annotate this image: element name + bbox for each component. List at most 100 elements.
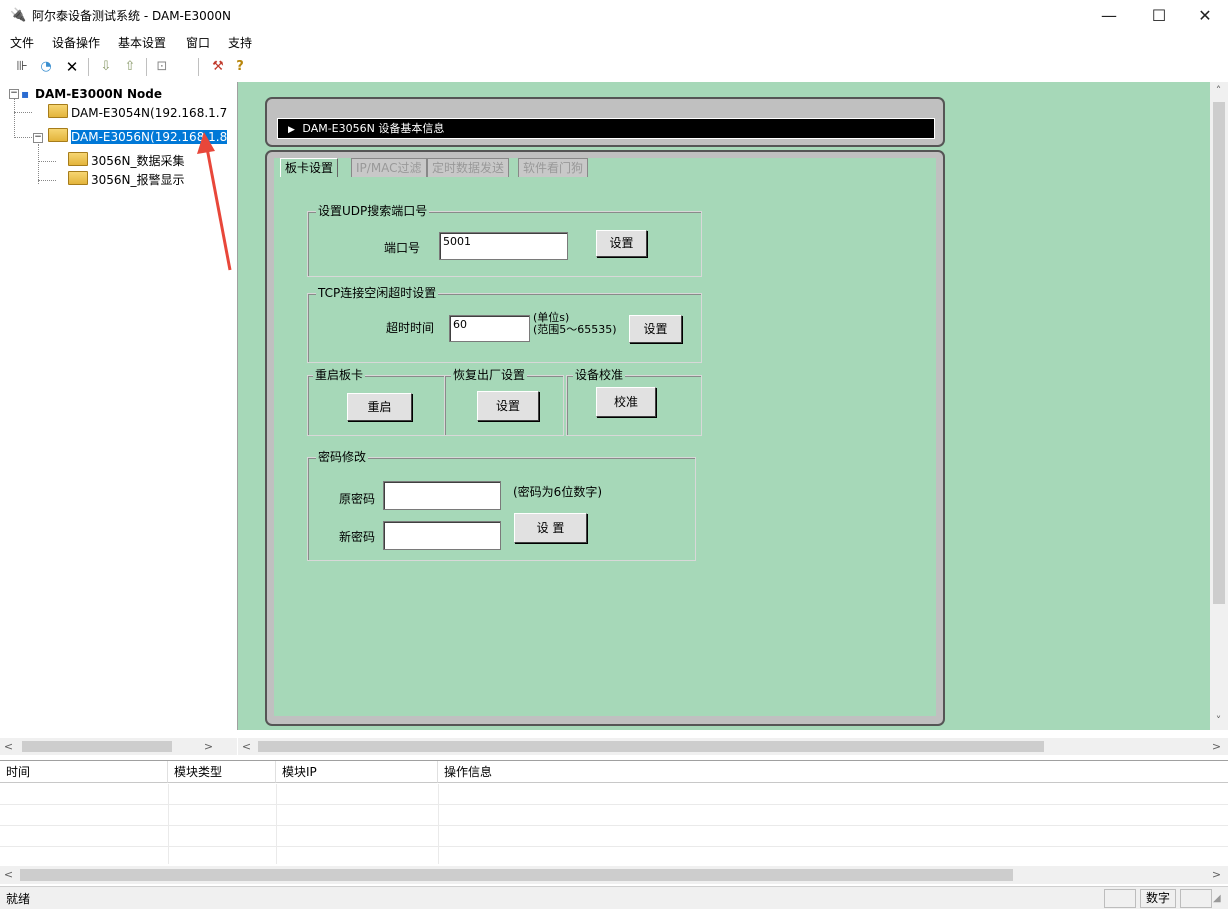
- log-table: 时间 模块类型 模块IP 操作信息: [0, 760, 1228, 868]
- tool-icon[interactable]: ⚒: [208, 57, 228, 77]
- menu-basic-settings[interactable]: 基本设置: [118, 34, 166, 52]
- password-group-title: 密码修改: [316, 450, 369, 464]
- menu-window[interactable]: 窗口: [186, 34, 210, 52]
- table-row[interactable]: [0, 826, 1228, 847]
- device-panel-area: ▶ DAM-E3056N 设备基本信息 板卡设置 IP/MAC过滤 定时数据发送…: [238, 82, 1210, 730]
- refresh-icon[interactable]: ⊡: [152, 57, 172, 77]
- column-header-module-type[interactable]: 模块类型: [168, 761, 276, 783]
- scroll-thumb[interactable]: [22, 741, 172, 752]
- settings-panel: 板卡设置 IP/MAC过滤 定时数据发送 软件看门狗 设置UDP搜索端口号 端口…: [265, 150, 945, 726]
- status-pane: [1104, 889, 1136, 908]
- tree-hscrollbar[interactable]: < >: [0, 738, 237, 755]
- old-password-label: 原密码: [339, 492, 376, 506]
- column-header-time[interactable]: 时间: [0, 761, 168, 783]
- new-password-input[interactable]: [383, 521, 501, 550]
- scroll-right-icon[interactable]: >: [1208, 866, 1225, 883]
- numlock-indicator: 数字: [1140, 889, 1176, 908]
- log-rows: [0, 784, 1228, 868]
- tree-item-data-acquisition[interactable]: 3056N_数据采集: [68, 152, 185, 170]
- folder-icon: [48, 104, 68, 118]
- calibrate-button[interactable]: 校准: [596, 387, 656, 417]
- calibrate-group-title: 设备校准: [573, 368, 626, 382]
- old-password-input[interactable]: [383, 481, 501, 510]
- table-row[interactable]: [0, 805, 1228, 826]
- tree-root[interactable]: ▪ DAM-E3000N Node: [21, 85, 162, 103]
- toolbar-separator: [198, 58, 199, 76]
- scroll-right-icon[interactable]: >: [200, 738, 217, 755]
- play-icon: ▶: [288, 125, 295, 135]
- table-row[interactable]: [0, 847, 1228, 868]
- status-pane: [1180, 889, 1212, 908]
- udp-set-button[interactable]: 设置: [596, 230, 647, 257]
- tab-ip-mac-filter[interactable]: IP/MAC过滤: [351, 158, 427, 177]
- tab-software-watchdog[interactable]: 软件看门狗: [518, 158, 589, 177]
- network-node-icon: ▪: [21, 87, 30, 101]
- status-text: 就绪: [6, 892, 31, 906]
- menu-support[interactable]: 支持: [228, 34, 252, 52]
- header-panel: ▶ DAM-E3056N 设备基本信息: [265, 97, 945, 147]
- main-hscrollbar[interactable]: < >: [238, 738, 1228, 755]
- device-header-title: DAM-E3056N 设备基本信息: [302, 122, 445, 135]
- maximize-button[interactable]: ☐: [1136, 0, 1182, 32]
- scroll-left-icon[interactable]: <: [0, 738, 17, 755]
- menu-bar: 文件 设备操作 基本设置 窗口 支持: [0, 32, 1228, 52]
- tree-item-label: DAM-E3054N(192.168.1.7: [71, 106, 228, 120]
- window-title: 阿尔泰设备测试系统 - DAM-E3000N: [32, 9, 231, 23]
- scroll-thumb[interactable]: [1213, 102, 1225, 604]
- tree-item-label: 3056N_报警显示: [91, 173, 185, 187]
- factory-reset-group-title: 恢复出厂设置: [451, 368, 528, 382]
- restart-button[interactable]: 重启: [347, 393, 412, 421]
- scroll-up-icon[interactable]: ˄: [1210, 82, 1227, 99]
- scroll-right-icon[interactable]: >: [1208, 738, 1225, 755]
- collapse-node-icon[interactable]: −: [33, 133, 43, 143]
- tab-timed-data-send[interactable]: 定时数据发送: [427, 158, 510, 177]
- scroll-down-icon[interactable]: ˅: [1210, 712, 1227, 729]
- udp-port-group-title: 设置UDP搜索端口号: [316, 204, 430, 218]
- collapse-root-icon[interactable]: −: [9, 89, 19, 99]
- device-tree: − ▪ DAM-E3000N Node DAM-E3054N(192.168.1.…: [0, 82, 238, 730]
- timeout-range: (范围5～65535): [533, 323, 617, 336]
- tab-board-settings[interactable]: 板卡设置: [280, 158, 339, 177]
- password-set-button[interactable]: 设 置: [514, 513, 587, 543]
- help-icon[interactable]: ?: [230, 57, 250, 77]
- tcp-timeout-group-title: TCP连接空闲超时设置: [316, 286, 439, 300]
- table-row[interactable]: [0, 784, 1228, 805]
- close-button[interactable]: ✕: [1182, 0, 1228, 32]
- scroll-thumb[interactable]: [258, 741, 1044, 752]
- column-header-operation-info[interactable]: 操作信息: [438, 761, 1228, 783]
- toolbar: ⊪ ◔ ✕ ⇩ ⇧ ⊡ ⚒ ?: [0, 52, 1228, 83]
- tree-item-label: 3056N_数据采集: [91, 154, 185, 168]
- tree-item-e3054n[interactable]: DAM-E3054N(192.168.1.7: [48, 104, 227, 122]
- menu-file[interactable]: 文件: [10, 34, 34, 52]
- password-hint: (密码为6位数字): [513, 485, 602, 499]
- connect-icon[interactable]: ⊪: [12, 57, 32, 77]
- device-header-bar: ▶ DAM-E3056N 设备基本信息: [277, 118, 935, 139]
- toolbar-separator: [146, 58, 147, 76]
- timeout-input[interactable]: 60: [449, 315, 530, 342]
- tree-root-label: DAM-E3000N Node: [35, 87, 163, 101]
- factory-reset-button[interactable]: 设置: [477, 391, 539, 421]
- resize-grip-icon[interactable]: ◢: [1213, 893, 1221, 904]
- menu-device-operation[interactable]: 设备操作: [52, 34, 100, 52]
- main-vscrollbar[interactable]: ˄ ˅: [1210, 82, 1228, 730]
- tree-item-alarm-display[interactable]: 3056N_报警显示: [68, 171, 185, 189]
- import-icon[interactable]: ⇩: [96, 57, 116, 77]
- minimize-button[interactable]: —: [1086, 0, 1132, 32]
- status-bar: 就绪 数字 ◢: [0, 886, 1228, 909]
- annotation-arrow: [197, 132, 232, 271]
- toolbar-separator: [88, 58, 89, 76]
- export-icon[interactable]: ⇧: [120, 57, 140, 77]
- new-password-label: 新密码: [339, 530, 376, 544]
- password-group: [307, 457, 696, 561]
- scroll-left-icon[interactable]: <: [0, 866, 17, 883]
- timeout-label: 超时时间: [386, 321, 435, 335]
- port-input[interactable]: 5001: [439, 232, 568, 260]
- delete-icon[interactable]: ✕: [62, 57, 82, 77]
- log-hscrollbar[interactable]: < >: [0, 866, 1228, 884]
- scroll-left-icon[interactable]: <: [238, 738, 255, 755]
- scroll-thumb[interactable]: [20, 869, 1013, 881]
- column-header-module-ip[interactable]: 模块IP: [276, 761, 438, 783]
- search-device-icon[interactable]: ◔: [36, 57, 56, 77]
- settings-content: 板卡设置 IP/MAC过滤 定时数据发送 软件看门狗 设置UDP搜索端口号 端口…: [274, 158, 936, 716]
- tcp-set-button[interactable]: 设置: [629, 315, 682, 343]
